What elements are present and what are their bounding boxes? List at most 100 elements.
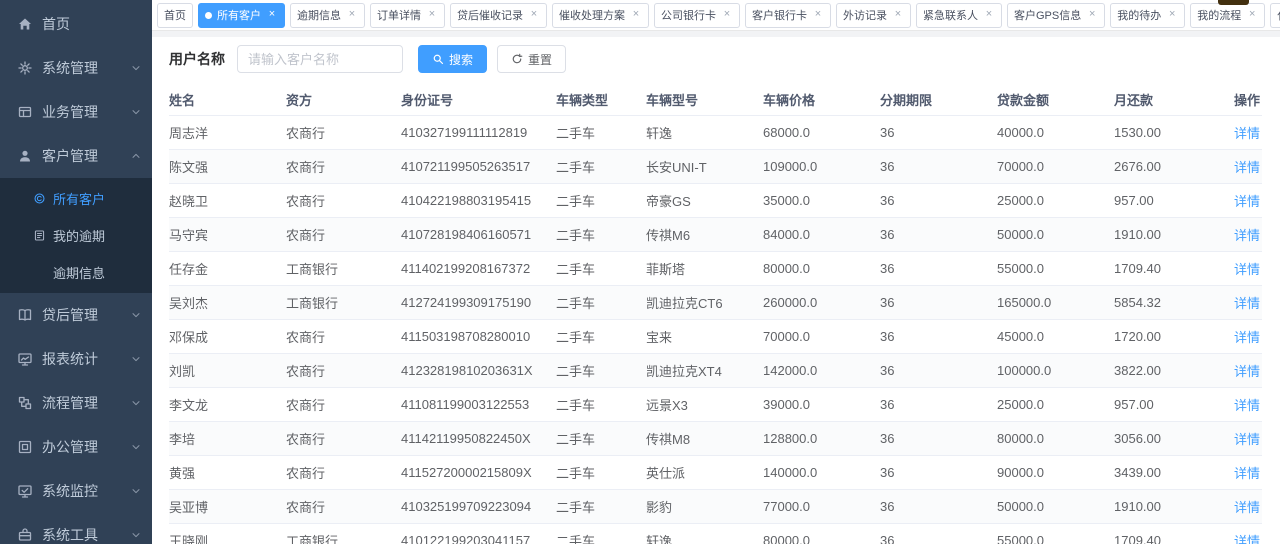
close-icon[interactable]: × [1086, 9, 1098, 21]
column-header: 身份证号 [401, 85, 556, 115]
close-icon[interactable]: × [892, 9, 904, 21]
tab-collection-records[interactable]: 贷后催收记录× [450, 3, 547, 28]
sidebar-subitem-overdue-info[interactable]: 逾期信息 [0, 254, 152, 291]
table-cell-operation: 详情 [1231, 421, 1262, 455]
table-cell: 412724199309175190 [401, 285, 556, 319]
table-cell: 3439.00 [1114, 455, 1231, 489]
table-cell: 1709.40 [1114, 523, 1231, 544]
detail-link[interactable]: 详情 [1234, 160, 1260, 175]
tab-visit-records[interactable]: 外访记录× [836, 3, 911, 28]
sidebar-item-business[interactable]: 业务管理 [0, 90, 152, 134]
column-header: 姓名 [169, 85, 286, 115]
table-cell: 长安UNI-T [646, 149, 763, 183]
sidebar-item-monitor[interactable]: 系统监控 [0, 469, 152, 513]
sidebar-item-customer[interactable]: 客户管理 [0, 134, 152, 178]
table-cell: 41142119950822450X [401, 421, 556, 455]
refresh-icon [511, 53, 523, 65]
tab-overdue-info[interactable]: 逾期信息 × [290, 3, 365, 28]
close-icon[interactable]: × [812, 9, 824, 21]
table-cell: 宝来 [646, 319, 763, 353]
detail-link[interactable]: 详情 [1234, 500, 1260, 515]
table-cell: 90000.0 [997, 455, 1114, 489]
close-icon[interactable]: × [721, 9, 733, 21]
table-row: 刘凯农商行41232819810203631X二手车凯迪拉克XT4142000.… [169, 353, 1262, 387]
table-cell-operation: 详情 [1231, 183, 1262, 217]
sidebar-item-label: 办公管理 [42, 437, 130, 457]
tab-emergency-contacts[interactable]: 紧急联系人× [916, 3, 1002, 28]
detail-link[interactable]: 详情 [1234, 534, 1260, 544]
close-icon[interactable]: × [983, 9, 995, 21]
search-button-label: 搜索 [449, 51, 473, 68]
sidebar-item-post-loan[interactable]: 贷后管理 [0, 293, 152, 337]
tab-label: 逾期信息 [297, 7, 341, 23]
detail-link[interactable]: 详情 [1234, 432, 1260, 447]
table-cell: 410122199203041157 [401, 523, 556, 544]
tab-customer-gps[interactable]: 客户GPS信息× [1007, 3, 1105, 28]
close-icon[interactable]: × [528, 9, 540, 21]
customer-name-input[interactable] [237, 45, 403, 73]
table-cell: 41152720000215809X [401, 455, 556, 489]
table-cell: 邓保成 [169, 319, 286, 353]
close-icon[interactable]: × [630, 9, 642, 21]
table-cell: 二手车 [556, 149, 646, 183]
toolbox-icon [17, 527, 33, 543]
sidebar-item-process[interactable]: 流程管理 [0, 381, 152, 425]
table-cell: 109000.0 [763, 149, 880, 183]
tab-my-todo[interactable]: 我的待办× [1110, 3, 1185, 28]
tab-customer-bank-card[interactable]: 客户银行卡× [745, 3, 831, 28]
tab-sign-tasks[interactable]: 代签任务× [1270, 3, 1280, 28]
column-header: 分期期限 [880, 85, 997, 115]
close-icon[interactable]: × [346, 9, 358, 21]
table-row: 李文龙农商行411081199003122553二手车远景X339000.036… [169, 387, 1262, 421]
table-cell: 1910.00 [1114, 489, 1231, 523]
table-cell: 36 [880, 319, 997, 353]
table-cell: 二手车 [556, 183, 646, 217]
tab-home[interactable]: 首页 [157, 3, 193, 28]
table-row: 黄强农商行41152720000215809X二手车英仕派140000.0369… [169, 455, 1262, 489]
detail-link[interactable]: 详情 [1234, 330, 1260, 345]
sidebar-item-system[interactable]: 系统管理 [0, 46, 152, 90]
detail-link[interactable]: 详情 [1234, 466, 1260, 481]
detail-link[interactable]: 详情 [1234, 194, 1260, 209]
table-cell: 菲斯塔 [646, 251, 763, 285]
table-cell: 二手车 [556, 353, 646, 387]
tab-company-bank-card[interactable]: 公司银行卡 × [654, 3, 740, 28]
table-cell: 45000.0 [997, 319, 1114, 353]
tab-my-process[interactable]: 我的流程× [1190, 3, 1265, 28]
table-cell: 165000.0 [997, 285, 1114, 319]
sidebar-item-office[interactable]: 办公管理 [0, 425, 152, 469]
table-cell: 36 [880, 353, 997, 387]
table-cell: 140000.0 [763, 455, 880, 489]
tab-order-detail[interactable]: 订单详情× [370, 3, 445, 28]
sidebar-item-reports[interactable]: 报表统计 [0, 337, 152, 381]
detail-link[interactable]: 详情 [1234, 364, 1260, 379]
detail-link[interactable]: 详情 [1234, 126, 1260, 141]
table-cell: 马守宾 [169, 217, 286, 251]
table-cell: 赵晓卫 [169, 183, 286, 217]
close-icon[interactable]: × [426, 9, 438, 21]
close-icon[interactable]: × [1166, 9, 1178, 21]
close-icon[interactable]: × [1246, 9, 1258, 21]
close-icon[interactable]: × [266, 9, 278, 21]
sidebar-subitem-all-customers[interactable]: 所有客户 [0, 180, 152, 217]
table-cell: 41232819810203631X [401, 353, 556, 387]
chevron-down-icon [130, 397, 142, 409]
search-button[interactable]: 搜索 [418, 45, 487, 73]
table-row: 赵晓卫农商行410422198803195415二手车帝豪GS35000.036… [169, 183, 1262, 217]
sidebar-item-label: 流程管理 [42, 393, 130, 413]
table-cell: 农商行 [286, 489, 401, 523]
detail-link[interactable]: 详情 [1234, 262, 1260, 277]
tab-all-customers[interactable]: 所有客户× [198, 3, 285, 28]
detail-link[interactable]: 详情 [1234, 398, 1260, 413]
detail-link[interactable]: 详情 [1234, 228, 1260, 243]
sidebar-item-home[interactable]: 首页 [0, 2, 152, 46]
table-cell: 农商行 [286, 149, 401, 183]
tab-label: 公司银行卡 [661, 7, 716, 23]
table-cell: 50000.0 [997, 217, 1114, 251]
detail-link[interactable]: 详情 [1234, 296, 1260, 311]
sidebar-item-tools[interactable]: 系统工具 [0, 513, 152, 544]
reset-button[interactable]: 重置 [497, 45, 566, 73]
sidebar-subitem-my-overdue[interactable]: 我的逾期 [0, 217, 152, 254]
table-cell: 任存金 [169, 251, 286, 285]
tab-collection-plan[interactable]: 催收处理方案× [552, 3, 649, 28]
